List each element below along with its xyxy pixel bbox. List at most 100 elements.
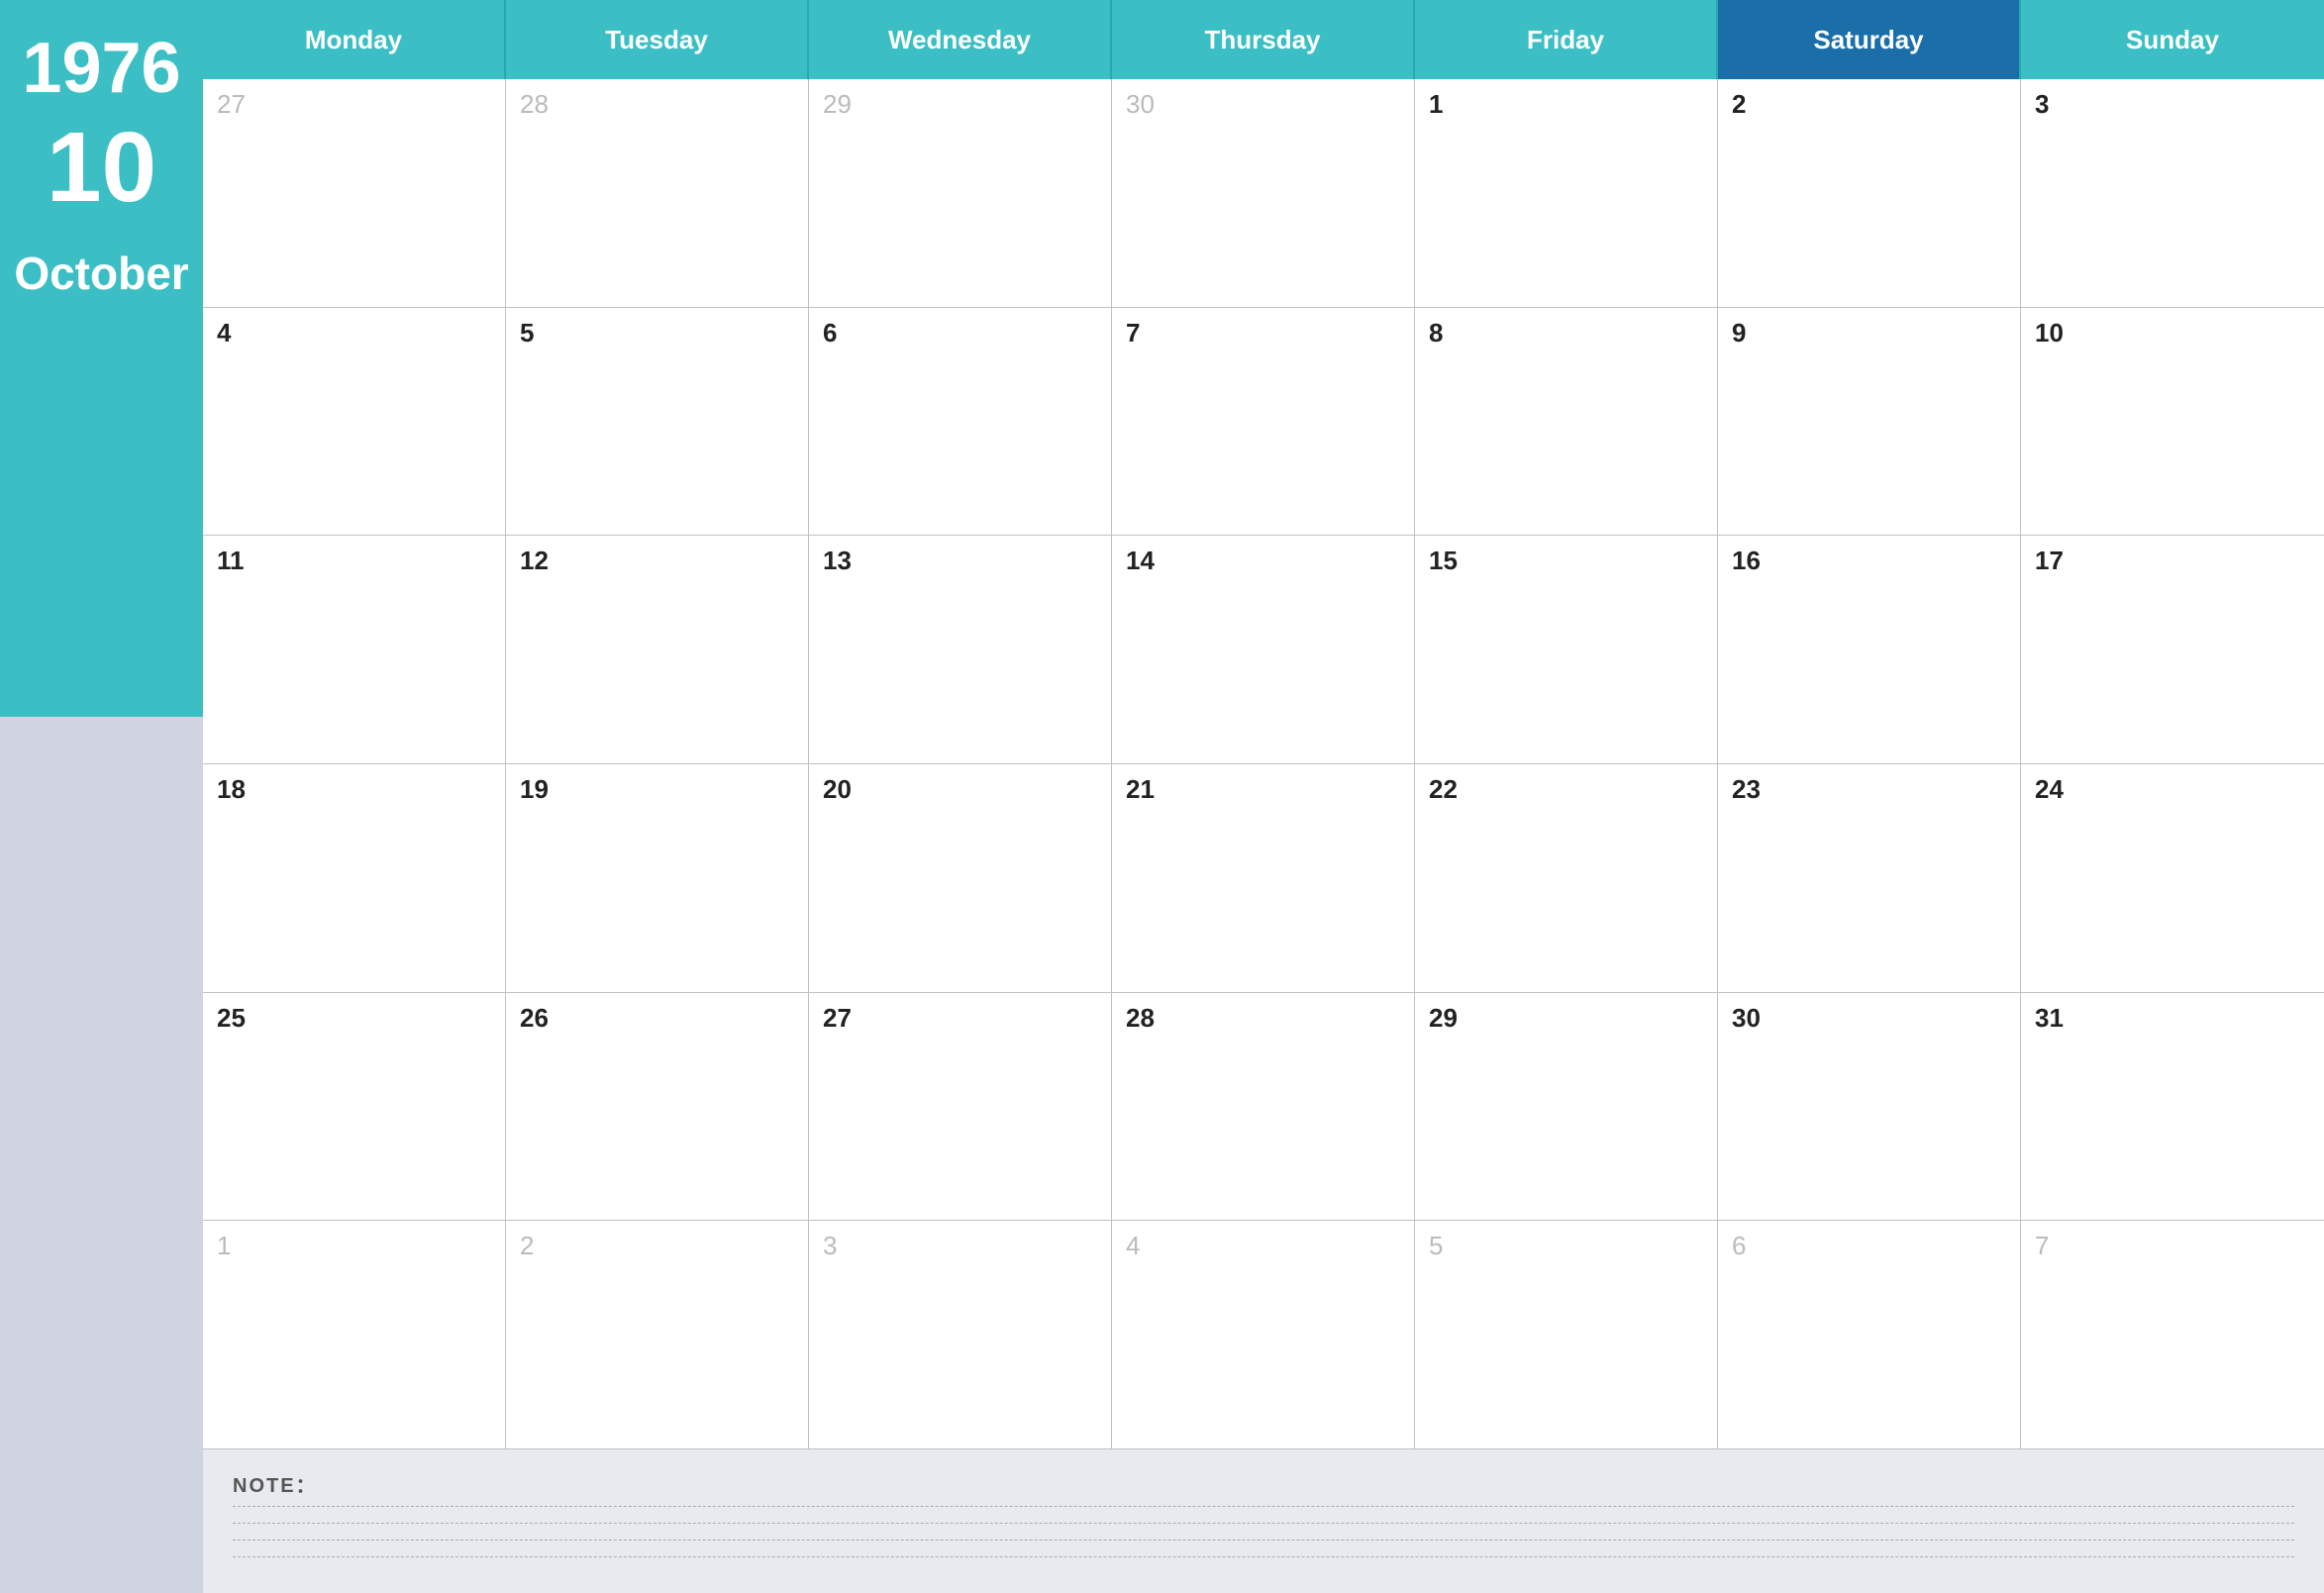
- calendar-cell[interactable]: 14: [1112, 536, 1415, 764]
- day-number: 27: [823, 1003, 1097, 1034]
- calendar-cell[interactable]: 29: [809, 79, 1112, 308]
- day-number: 30: [1732, 1003, 2006, 1034]
- calendar-cell[interactable]: 30: [1718, 993, 2021, 1222]
- calendar-cell[interactable]: 25: [203, 993, 506, 1222]
- note-line-3: [233, 1540, 2294, 1541]
- calendar-cell[interactable]: 1: [203, 1221, 506, 1449]
- calendar-cell[interactable]: 28: [1112, 993, 1415, 1222]
- day-number: 28: [520, 89, 794, 120]
- calendar-cell[interactable]: 30: [1112, 79, 1415, 308]
- month-number-label: 10: [47, 118, 156, 217]
- day-number: 25: [217, 1003, 491, 1034]
- note-line-1: [233, 1506, 2294, 1507]
- calendar-cell[interactable]: 10: [2021, 308, 2324, 537]
- day-number: 14: [1126, 546, 1400, 576]
- day-header-wednesday: Wednesday: [809, 0, 1112, 79]
- calendar-cell[interactable]: 15: [1415, 536, 1718, 764]
- day-number: 30: [1126, 89, 1400, 120]
- day-number: 9: [1732, 318, 2006, 348]
- day-number: 29: [823, 89, 1097, 120]
- day-number: 2: [1732, 89, 2006, 120]
- day-number: 29: [1429, 1003, 1703, 1034]
- day-number: 24: [2035, 774, 2310, 805]
- day-number: 4: [1126, 1231, 1400, 1261]
- day-number: 22: [1429, 774, 1703, 805]
- day-number: 13: [823, 546, 1097, 576]
- calendar-cell[interactable]: 6: [809, 308, 1112, 537]
- day-number: 1: [217, 1231, 491, 1261]
- calendar-cell[interactable]: 17: [2021, 536, 2324, 764]
- calendar-cell[interactable]: 11: [203, 536, 506, 764]
- day-number: 17: [2035, 546, 2310, 576]
- day-header-thursday: Thursday: [1112, 0, 1415, 79]
- notes-area: NOTE：: [203, 1449, 2324, 1593]
- day-number: 11: [217, 546, 491, 576]
- day-number: 20: [823, 774, 1097, 805]
- day-number: 3: [823, 1231, 1097, 1261]
- calendar-cell[interactable]: 16: [1718, 536, 2021, 764]
- calendar-grid: 2728293012345678910111213141516171819202…: [203, 79, 2324, 1449]
- calendar-cell[interactable]: 27: [203, 79, 506, 308]
- day-number: 3: [2035, 89, 2310, 120]
- day-number: 10: [2035, 318, 2310, 348]
- calendar-cell[interactable]: 28: [506, 79, 809, 308]
- year-label: 1976: [22, 30, 180, 108]
- calendar-cell[interactable]: 2: [1718, 79, 2021, 308]
- sidebar: 1976 10 October: [0, 0, 203, 1593]
- day-number: 6: [823, 318, 1097, 348]
- calendar-cell[interactable]: 2: [506, 1221, 809, 1449]
- calendar-cell[interactable]: 18: [203, 764, 506, 993]
- calendar-cell[interactable]: 5: [506, 308, 809, 537]
- day-number: 4: [217, 318, 491, 348]
- day-number: 5: [1429, 1231, 1703, 1261]
- calendar-cell[interactable]: 20: [809, 764, 1112, 993]
- day-number: 31: [2035, 1003, 2310, 1034]
- calendar-cell[interactable]: 4: [203, 308, 506, 537]
- day-number: 1: [1429, 89, 1703, 120]
- calendar-cell[interactable]: 12: [506, 536, 809, 764]
- day-number: 23: [1732, 774, 2006, 805]
- day-number: 6: [1732, 1231, 2006, 1261]
- calendar-cell[interactable]: 29: [1415, 993, 1718, 1222]
- calendar-cell[interactable]: 19: [506, 764, 809, 993]
- day-number: 21: [1126, 774, 1400, 805]
- calendar-cell[interactable]: 1: [1415, 79, 1718, 308]
- day-number: 16: [1732, 546, 2006, 576]
- calendar-cell[interactable]: 23: [1718, 764, 2021, 993]
- calendar-cell[interactable]: 9: [1718, 308, 2021, 537]
- day-header-friday: Friday: [1415, 0, 1718, 79]
- day-number: 18: [217, 774, 491, 805]
- day-header-tuesday: Tuesday: [506, 0, 809, 79]
- calendar-cell[interactable]: 21: [1112, 764, 1415, 993]
- day-header-saturday: Saturday: [1718, 0, 2021, 79]
- calendar-cell[interactable]: 4: [1112, 1221, 1415, 1449]
- calendar-area: MondayTuesdayWednesdayThursdayFridaySatu…: [203, 0, 2324, 1593]
- calendar-cell[interactable]: 6: [1718, 1221, 2021, 1449]
- calendar-cell[interactable]: 3: [809, 1221, 1112, 1449]
- note-label: NOTE：: [233, 1469, 2294, 1498]
- day-number: 8: [1429, 318, 1703, 348]
- day-number: 7: [2035, 1231, 2310, 1261]
- note-line-2: [233, 1523, 2294, 1524]
- calendar-cell[interactable]: 26: [506, 993, 809, 1222]
- calendar-cell[interactable]: 24: [2021, 764, 2324, 993]
- day-number: 7: [1126, 318, 1400, 348]
- calendar-cell[interactable]: 13: [809, 536, 1112, 764]
- calendar-cell[interactable]: 27: [809, 993, 1112, 1222]
- day-header-monday: Monday: [203, 0, 506, 79]
- day-header-sunday: Sunday: [2021, 0, 2324, 79]
- calendar-cell[interactable]: 31: [2021, 993, 2324, 1222]
- month-name-label: October: [14, 247, 188, 300]
- calendar-cell[interactable]: 8: [1415, 308, 1718, 537]
- calendar-cell[interactable]: 22: [1415, 764, 1718, 993]
- day-number: 2: [520, 1231, 794, 1261]
- day-number: 19: [520, 774, 794, 805]
- calendar-cell[interactable]: 7: [1112, 308, 1415, 537]
- calendar-cell[interactable]: 7: [2021, 1221, 2324, 1449]
- day-number: 12: [520, 546, 794, 576]
- day-headers: MondayTuesdayWednesdayThursdayFridaySatu…: [203, 0, 2324, 79]
- calendar-cell[interactable]: 5: [1415, 1221, 1718, 1449]
- day-number: 27: [217, 89, 491, 120]
- calendar-cell[interactable]: 3: [2021, 79, 2324, 308]
- day-number: 15: [1429, 546, 1703, 576]
